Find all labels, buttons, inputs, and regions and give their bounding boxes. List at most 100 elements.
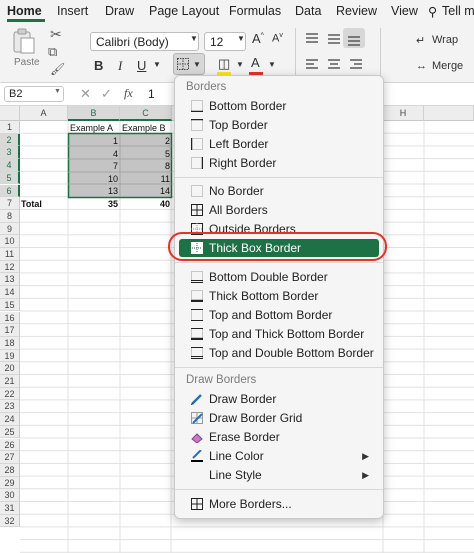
formula-input[interactable]: 1 xyxy=(148,87,155,101)
decrease-font-icon[interactable]: Av xyxy=(272,32,283,45)
menu-item-bottom-border[interactable]: Bottom Border xyxy=(179,97,379,115)
row-header-30[interactable]: 30 xyxy=(0,489,20,502)
tab-review[interactable]: Review xyxy=(336,4,377,18)
cell-b2[interactable]: 1 xyxy=(68,135,118,148)
row-header-13[interactable]: 13 xyxy=(0,273,20,287)
cell-c1[interactable]: Example B xyxy=(122,122,166,135)
bold-button[interactable]: B xyxy=(94,58,103,73)
column-header-c[interactable]: C xyxy=(120,106,172,121)
menu-item-line-style[interactable]: Line Style ▶ xyxy=(179,466,379,484)
italic-button[interactable]: I xyxy=(118,58,122,74)
row-header-29[interactable]: 29 xyxy=(0,476,20,490)
wrap-text-button[interactable]: Wrap xyxy=(432,34,458,46)
menu-item-top-border[interactable]: Top Border xyxy=(179,116,379,134)
select-all-corner[interactable] xyxy=(0,106,20,121)
underline-button[interactable]: U xyxy=(137,58,146,73)
row-header-23[interactable]: 23 xyxy=(0,400,20,414)
row-header-7[interactable]: 7 xyxy=(0,197,20,210)
tab-view[interactable]: View xyxy=(391,4,418,18)
row-header-31[interactable]: 31 xyxy=(0,502,20,515)
menu-item-all-borders[interactable]: All Borders xyxy=(179,201,379,219)
cell-c2[interactable]: 2 xyxy=(120,135,170,148)
cell-b4[interactable]: 7 xyxy=(68,160,118,173)
row-header-12[interactable]: 12 xyxy=(0,260,20,274)
row-header-16[interactable]: 16 xyxy=(0,311,20,325)
tab-data[interactable]: Data xyxy=(295,4,321,18)
tab-tell-me[interactable]: Tell m xyxy=(442,4,474,18)
menu-item-top-and-bottom-border[interactable]: Top and Bottom Border xyxy=(179,306,379,324)
increase-font-icon[interactable]: A^ xyxy=(252,31,264,46)
cut-icon[interactable]: ✂ xyxy=(50,26,62,43)
copy-icon[interactable]: ⧉ xyxy=(48,44,57,60)
menu-item-bottom-double-border[interactable]: Bottom Double Border xyxy=(179,268,379,286)
tab-home[interactable]: Home xyxy=(7,4,42,18)
row-header-17[interactable]: 17 xyxy=(0,324,20,337)
chevron-down-icon[interactable]: ▼ xyxy=(193,60,201,69)
row-header-27[interactable]: 27 xyxy=(0,451,20,464)
row-header-4[interactable]: 4 xyxy=(0,159,20,172)
row-header-18[interactable]: 18 xyxy=(0,336,20,350)
font-name-select[interactable]: Calibri (Body) xyxy=(90,32,199,51)
menu-item-right-border[interactable]: Right Border xyxy=(179,154,379,172)
menu-item-top-and-double-bottom-border[interactable]: Top and Double Bottom Border xyxy=(179,344,379,362)
menu-item-draw-border[interactable]: Draw Border xyxy=(179,390,379,408)
function-icon[interactable]: fx xyxy=(124,86,133,101)
row-header-1[interactable]: 1 xyxy=(0,121,20,134)
menu-item-left-border[interactable]: Left Border xyxy=(179,135,379,153)
column-header-i[interactable] xyxy=(424,106,474,121)
fill-color-icon[interactable]: ◫ xyxy=(218,56,230,72)
row-header-20[interactable]: 20 xyxy=(0,362,20,375)
row-header-14[interactable]: 14 xyxy=(0,286,20,299)
tab-insert[interactable]: Insert xyxy=(57,4,88,18)
row-header-5[interactable]: 5 xyxy=(0,171,20,185)
chevron-down-icon[interactable]: ▼ xyxy=(268,60,276,69)
tab-page-layout[interactable]: Page Layout xyxy=(149,4,219,18)
row-header-25[interactable]: 25 xyxy=(0,425,20,439)
row-header-24[interactable]: 24 xyxy=(0,413,20,426)
horizontal-align-icons[interactable] xyxy=(306,58,366,72)
chevron-down-icon[interactable]: ▼ xyxy=(237,34,245,43)
cell-b7[interactable]: 35 xyxy=(68,198,118,211)
chevron-down-icon[interactable]: ▼ xyxy=(236,60,244,69)
cell-c4[interactable]: 8 xyxy=(120,160,170,173)
column-header-h[interactable]: H xyxy=(383,106,424,121)
cell-c7[interactable]: 40 xyxy=(120,198,170,211)
cell-c6[interactable]: 14 xyxy=(120,185,170,198)
row-header-19[interactable]: 19 xyxy=(0,349,20,363)
menu-item-thick-bottom-border[interactable]: Thick Bottom Border xyxy=(179,287,379,305)
cancel-icon[interactable]: ✕ xyxy=(80,86,91,102)
tab-formulas[interactable]: Formulas xyxy=(229,4,281,18)
menu-item-line-color[interactable]: Line Color ▶ xyxy=(179,447,379,465)
tell-me-icon[interactable]: ⚲ xyxy=(428,4,437,19)
cell-b1[interactable]: Example A xyxy=(70,122,113,135)
format-painter-icon[interactable]: 🖌 xyxy=(50,62,65,76)
row-header-8[interactable]: 8 xyxy=(0,209,20,223)
menu-item-top-and-thick-bottom-border[interactable]: Top and Thick Bottom Border xyxy=(179,325,379,343)
row-header-26[interactable]: 26 xyxy=(0,438,20,452)
chevron-down-icon[interactable]: ▼ xyxy=(54,88,61,95)
menu-item-no-border[interactable]: No Border xyxy=(179,182,379,200)
menu-item-draw-border-grid[interactable]: Draw Border Grid xyxy=(179,409,379,427)
chevron-down-icon[interactable]: ▼ xyxy=(153,60,161,69)
confirm-icon[interactable]: ✓ xyxy=(101,86,112,102)
cell-b6[interactable]: 13 xyxy=(68,185,118,198)
wrap-icon[interactable]: ↵ xyxy=(416,34,425,47)
row-header-6[interactable]: 6 xyxy=(0,184,20,198)
row-header-22[interactable]: 22 xyxy=(0,387,20,401)
merge-button[interactable]: Merge xyxy=(432,60,463,72)
row-header-32[interactable]: 32 xyxy=(0,514,20,528)
merge-icon[interactable]: ↔ xyxy=(416,60,427,72)
cell-a7[interactable]: Total xyxy=(21,198,42,211)
row-header-28[interactable]: 28 xyxy=(0,463,20,477)
column-header-b[interactable]: B xyxy=(68,106,120,121)
tab-draw[interactable]: Draw xyxy=(105,4,134,18)
row-header-2[interactable]: 2 xyxy=(0,133,20,147)
menu-item-erase-border[interactable]: Erase Border xyxy=(179,428,379,446)
font-color-icon[interactable]: A xyxy=(251,55,260,70)
row-header-3[interactable]: 3 xyxy=(0,146,20,160)
paste-icon[interactable] xyxy=(12,28,36,54)
row-header-9[interactable]: 9 xyxy=(0,222,20,236)
chevron-down-icon[interactable]: ▼ xyxy=(190,34,198,43)
align-bottom-button[interactable] xyxy=(343,28,365,48)
row-header-21[interactable]: 21 xyxy=(0,375,20,388)
